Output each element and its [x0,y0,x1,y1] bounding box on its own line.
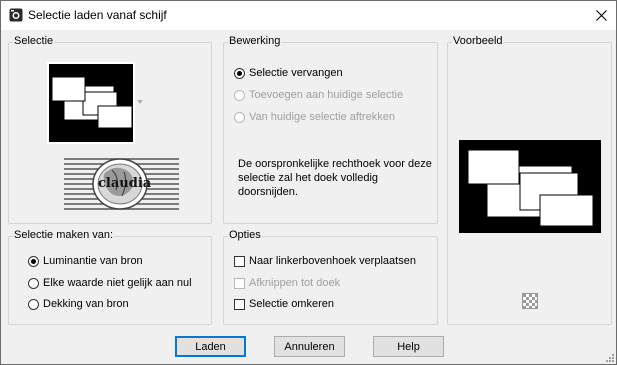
radio-toevoegen[interactable]: Toevoegen aan huidige selectie [234,87,403,103]
radio-button[interactable] [28,298,39,310]
radio-button[interactable] [234,67,245,79]
checkbox-label: Naar linkerbovenhoek verplaatsen [249,255,416,267]
selectie-maken-group-title: Selectie maken van: [13,229,115,241]
title-bar: Selectie laden vanaf schijf [1,1,616,30]
opties-group: Opties Naar linkerbovenhoek verplaatsen … [223,229,438,325]
selectie-group: Selectie claudia [8,35,212,224]
selection-thumbnail[interactable] [47,62,135,144]
opties-group-title: Opties [228,229,262,241]
dialog-window: Selectie laden vanaf schijf Selectie cla… [0,0,617,365]
radio-luminantie[interactable]: Luminantie van bron [28,253,143,269]
radio-aftrekken[interactable]: Van huidige selectie aftrekken [234,109,395,125]
laden-button[interactable]: Laden [175,336,246,357]
checkbox[interactable] [234,298,245,310]
bewerking-group-title: Bewerking [228,35,282,47]
checkbox[interactable] [234,255,245,267]
checkbox[interactable] [234,277,245,289]
voorbeeld-group-title: Voorbeeld [452,35,504,47]
bewerking-group: Bewerking Selectie vervangen Toevoegen a… [223,35,438,224]
window-title: Selectie laden vanaf schijf [28,8,167,22]
radio-label: Dekking van bron [43,298,129,310]
resize-grip-icon[interactable] [605,353,615,363]
selectie-maken-group: Selectie maken van: Luminantie van bron … [8,229,212,325]
checkbox-omkeren[interactable]: Selectie omkeren [234,296,334,312]
radio-selectie-vervangen[interactable]: Selectie vervangen [234,65,343,81]
dropdown-arrow-icon[interactable] [137,100,143,104]
checkbox-label: Afknippen tot doek [249,277,341,289]
radio-button[interactable] [28,255,39,267]
watermark-text: claudia [98,176,152,191]
help-button[interactable]: Help [373,336,444,357]
selectie-group-title: Selectie [13,35,55,47]
radio-label: Van huidige selectie aftrekken [249,111,395,123]
radio-dekking[interactable]: Dekking van bron [28,296,129,312]
checkbox-afknippen[interactable]: Afknippen tot doek [234,275,340,291]
radio-button[interactable] [28,277,39,289]
radio-label: Luminantie van bron [43,255,143,267]
selection-thumbnail-image [49,64,133,142]
bewerking-description: De oorspronkelijke rechthoek voor deze s… [238,158,432,198]
checkbox-linkerbovenhoek[interactable]: Naar linkerbovenhoek verplaatsen [234,253,416,269]
close-icon [595,10,607,21]
checkerboard-icon [523,294,537,308]
radio-label: Selectie vervangen [249,67,343,79]
radio-button[interactable] [234,111,245,123]
voorbeeld-group: Voorbeeld [447,35,612,325]
checkbox-label: Selectie omkeren [249,298,334,310]
radio-button[interactable] [234,89,245,101]
preview-image [459,140,601,233]
transparency-toggle[interactable] [522,293,538,309]
radio-label: Toevoegen aan huidige selectie [249,89,404,101]
close-button[interactable] [586,1,616,30]
annuleren-button[interactable]: Annuleren [274,336,345,357]
watermark-logo: claudia [64,156,179,212]
preview-image-graphic [459,140,601,233]
radio-elke-waarde[interactable]: Elke waarde niet gelijk aan nul [28,275,192,291]
radio-label: Elke waarde niet gelijk aan nul [43,277,192,289]
camera-icon [9,8,23,22]
